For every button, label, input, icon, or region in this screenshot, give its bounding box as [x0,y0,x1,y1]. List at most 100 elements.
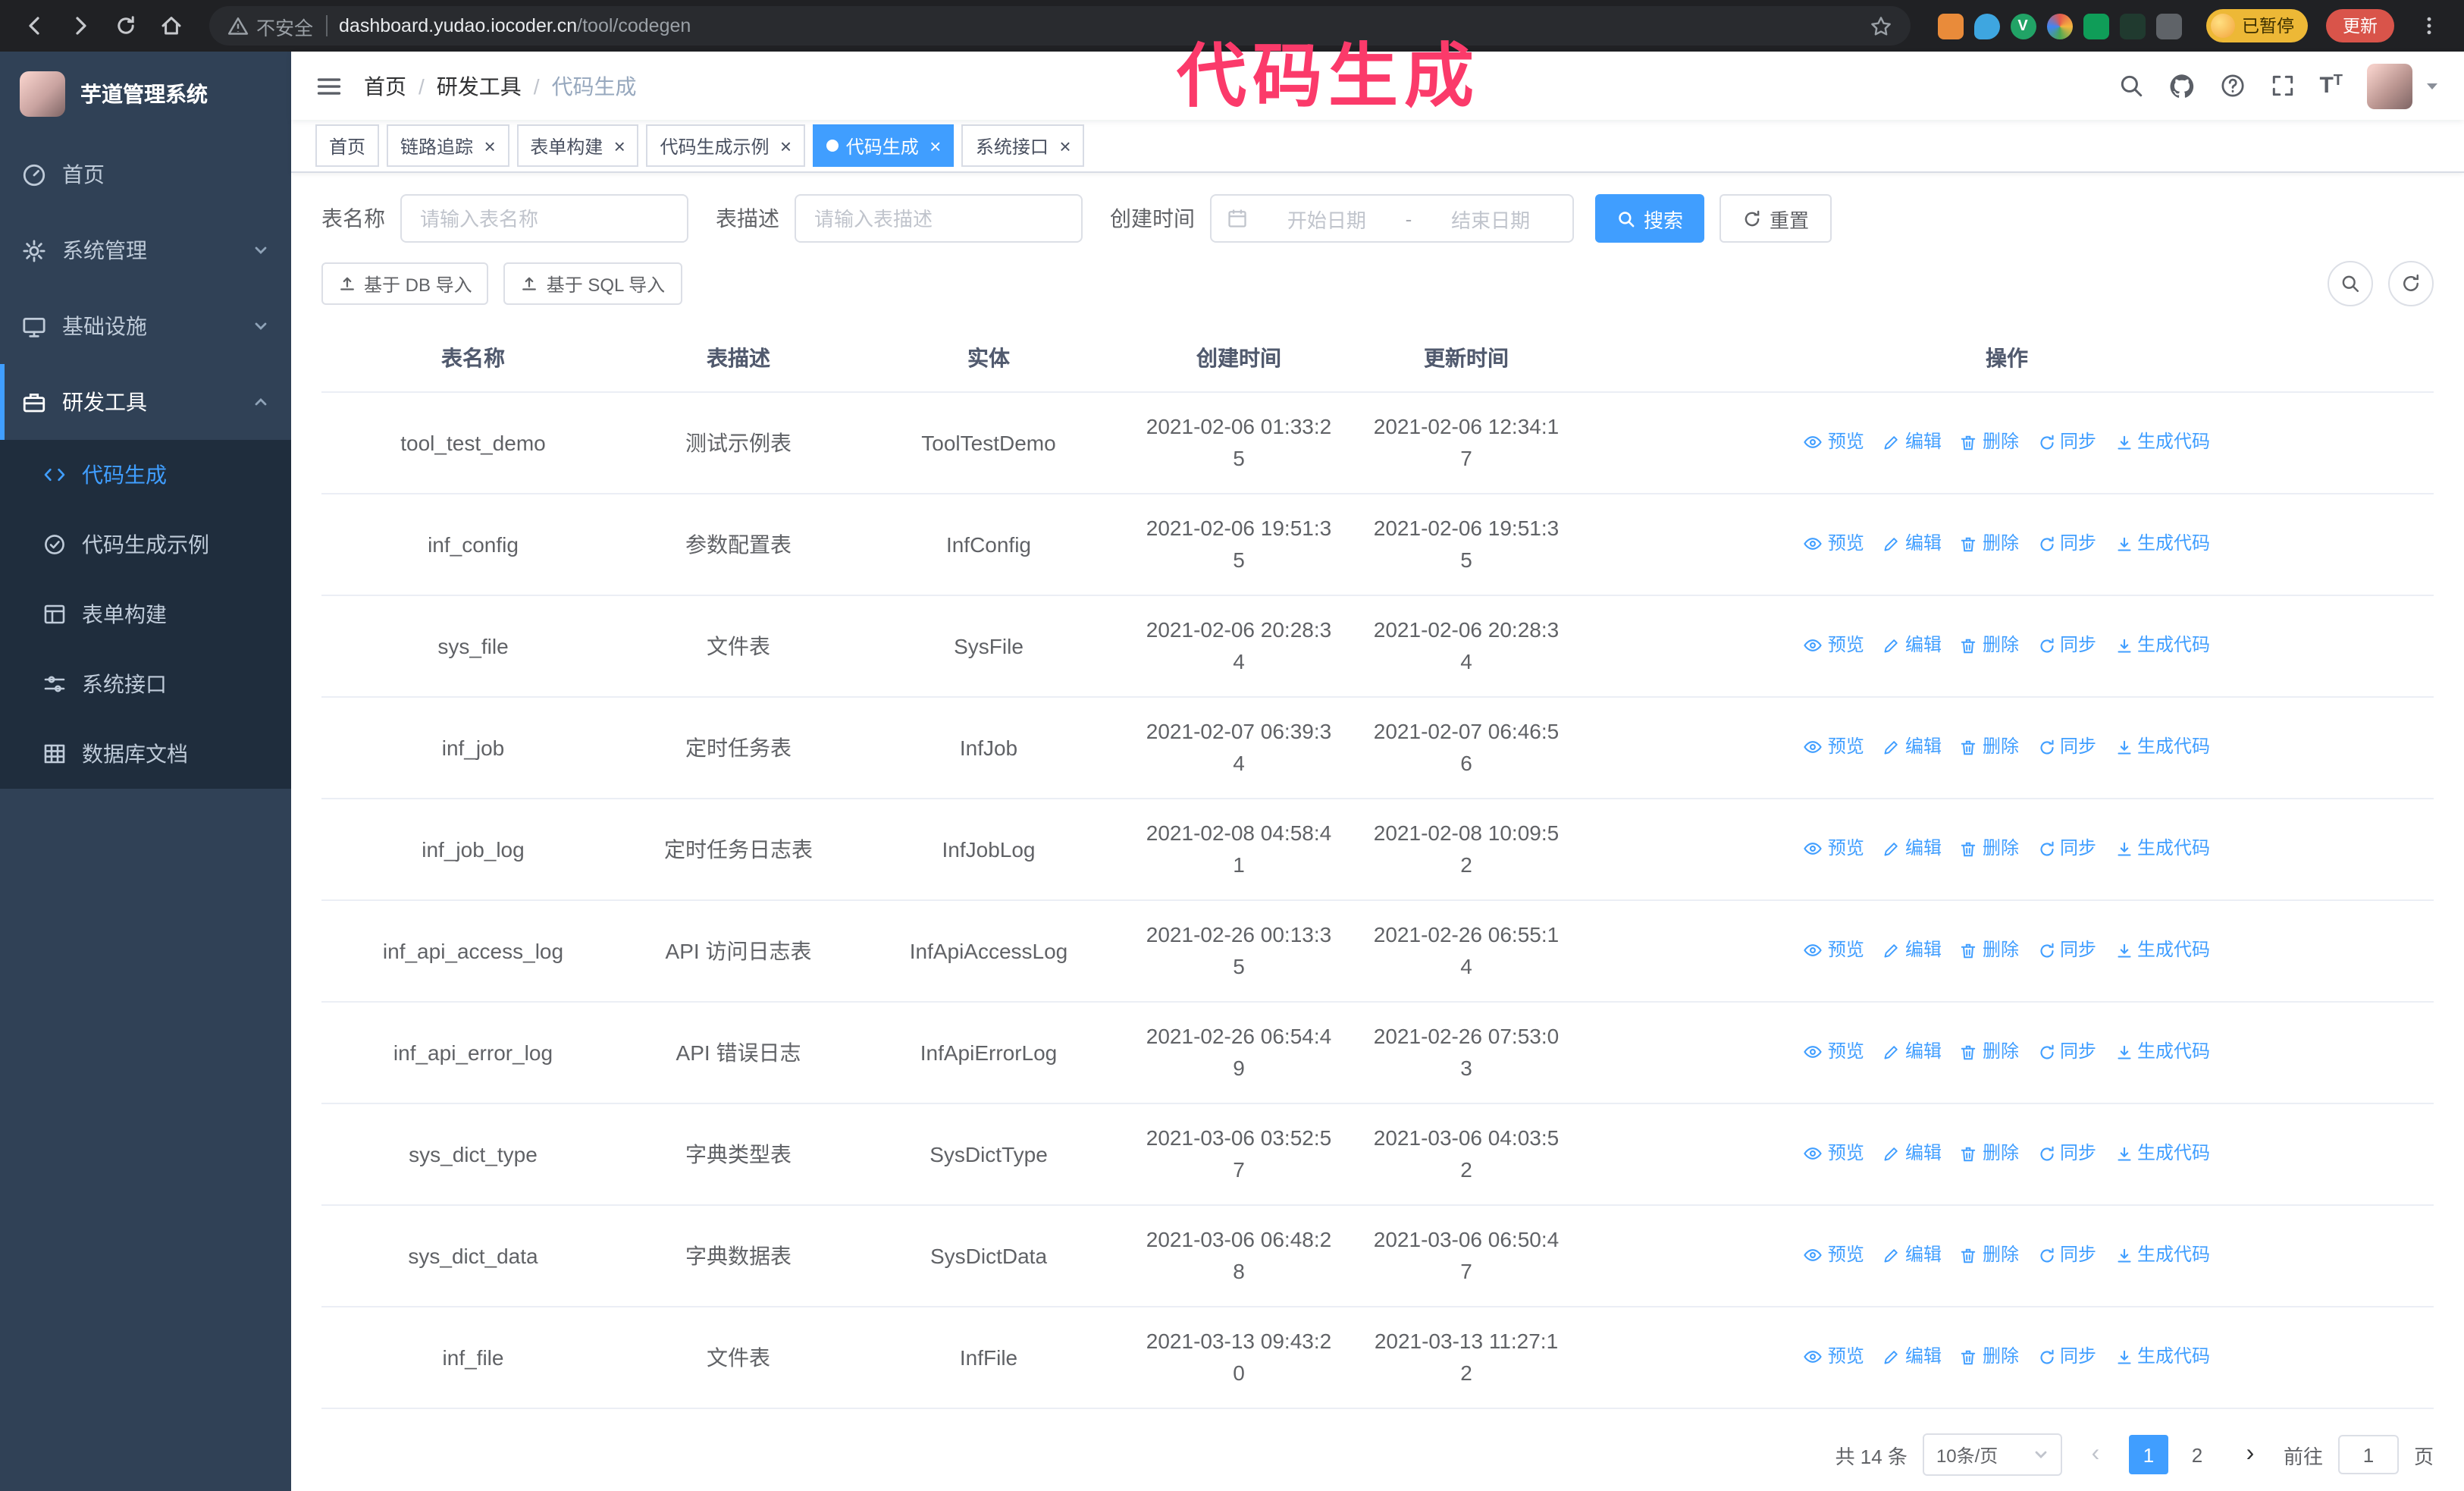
tab-close-icon[interactable]: × [613,136,625,155]
sidebar-item-devtools[interactable]: 研发工具 [0,364,291,440]
action-preview-link[interactable]: 预览 [1804,1035,1864,1067]
action-delete-link[interactable]: 删除 [1960,426,2019,458]
user-avatar[interactable] [2367,63,2412,109]
search-icon[interactable] [2118,73,2143,99]
action-edit-link[interactable]: 编辑 [1882,629,1942,661]
date-range-picker[interactable]: 开始日期 - 结束日期 [1210,194,1574,243]
action-delete-link[interactable]: 删除 [1960,629,2019,661]
import-db-button[interactable]: 基于 DB 导入 [321,262,489,305]
tab-3[interactable]: 表单构建 × [516,124,639,168]
action-generate-link[interactable]: 生成代码 [2114,731,2210,763]
next-page-button[interactable]: › [2232,1435,2268,1474]
action-edit-link[interactable]: 编辑 [1882,1239,1942,1271]
action-delete-link[interactable]: 删除 [1960,528,2019,560]
action-delete-link[interactable]: 删除 [1960,1036,2019,1068]
action-sync-link[interactable]: 同步 [2037,629,2096,661]
forward-icon[interactable] [61,6,100,46]
font-size-icon[interactable]: TT [2319,74,2343,97]
tab-5[interactable]: 代码生成 × [812,124,955,168]
extension-icon[interactable] [2119,13,2145,39]
tab-close-icon[interactable]: × [1059,136,1071,155]
action-edit-link[interactable]: 编辑 [1882,1341,1942,1373]
tab-1[interactable]: 首页 [315,124,380,168]
action-preview-link[interactable]: 预览 [1804,527,1864,559]
search-button[interactable]: 搜索 [1595,194,1705,243]
action-sync-link[interactable]: 同步 [2037,1138,2096,1169]
page-button-1[interactable]: 1 [2128,1435,2168,1474]
action-generate-link[interactable]: 生成代码 [2114,833,2210,865]
browser-menu-icon[interactable] [2409,6,2449,46]
browser-update-button[interactable]: 更新 [2326,9,2394,42]
profile-paused-chip[interactable]: 已暂停 [2205,9,2308,42]
tab-close-icon[interactable]: × [780,136,792,155]
action-delete-link[interactable]: 删除 [1960,833,2019,865]
action-generate-link[interactable]: 生成代码 [2114,1138,2210,1169]
action-delete-link[interactable]: 删除 [1960,1239,2019,1271]
logo[interactable]: 芋道管理系统 [0,52,291,137]
extension-icon[interactable]: V [2010,13,2036,39]
fullscreen-icon[interactable] [2269,73,2295,99]
action-edit-link[interactable]: 编辑 [1882,833,1942,865]
action-delete-link[interactable]: 删除 [1960,1341,2019,1373]
action-sync-link[interactable]: 同步 [2037,833,2096,865]
action-delete-link[interactable]: 删除 [1960,1138,2019,1169]
prev-page-button[interactable]: ‹ [2077,1435,2114,1474]
action-generate-link[interactable]: 生成代码 [2114,1036,2210,1068]
breadcrumb-item[interactable]: 研发工具 [437,71,522,101]
bookmark-star-icon[interactable] [1869,14,1892,37]
action-generate-link[interactable]: 生成代码 [2114,1341,2210,1373]
help-icon[interactable] [2219,73,2245,99]
extension-icon[interactable] [1973,13,1999,39]
action-sync-link[interactable]: 同步 [2037,1341,2096,1373]
reload-icon[interactable] [106,6,146,46]
extension-icon[interactable] [2046,13,2072,39]
sidebar-item-db-doc[interactable]: 数据库文档 [0,719,291,789]
sidebar-item-home[interactable]: 首页 [0,137,291,212]
action-edit-link[interactable]: 编辑 [1882,934,1942,966]
tab-4[interactable]: 代码生成示例 × [646,124,805,168]
action-generate-link[interactable]: 生成代码 [2114,629,2210,661]
github-icon[interactable] [2168,72,2195,99]
goto-page-input[interactable] [2337,1435,2399,1474]
action-preview-link[interactable]: 预览 [1804,832,1864,864]
action-edit-link[interactable]: 编辑 [1882,1036,1942,1068]
address-bar[interactable]: 不安全 dashboard.yudao.iocoder.cn/tool/code… [209,6,1910,46]
action-preview-link[interactable]: 预览 [1804,934,1864,965]
tab-close-icon[interactable]: × [484,136,495,155]
action-preview-link[interactable]: 预览 [1804,629,1864,661]
refresh-table-button[interactable] [2388,261,2434,306]
home-icon[interactable] [152,6,191,46]
action-edit-link[interactable]: 编辑 [1882,1138,1942,1169]
hamburger-icon[interactable] [315,72,343,99]
action-sync-link[interactable]: 同步 [2037,934,2096,966]
extension-icon[interactable] [2083,13,2108,39]
action-preview-link[interactable]: 预览 [1804,1137,1864,1169]
action-preview-link[interactable]: 预览 [1804,1238,1864,1270]
sidebar-item-codegen-example[interactable]: 代码生成示例 [0,510,291,579]
extension-icon[interactable] [2155,13,2181,39]
action-preview-link[interactable]: 预览 [1804,425,1864,457]
action-delete-link[interactable]: 删除 [1960,731,2019,763]
page-size-select[interactable]: 10条/页 [1922,1433,2062,1476]
tab-close-icon[interactable]: × [929,136,941,155]
sidebar-item-codegen[interactable]: 代码生成 [0,440,291,510]
extension-icon[interactable] [1937,13,1963,39]
action-preview-link[interactable]: 预览 [1804,730,1864,762]
import-sql-button[interactable]: 基于 SQL 导入 [503,262,682,305]
action-sync-link[interactable]: 同步 [2037,528,2096,560]
table-name-input[interactable] [400,194,688,243]
action-generate-link[interactable]: 生成代码 [2114,1239,2210,1271]
action-generate-link[interactable]: 生成代码 [2114,528,2210,560]
action-sync-link[interactable]: 同步 [2037,1239,2096,1271]
action-edit-link[interactable]: 编辑 [1882,731,1942,763]
sidebar-item-system[interactable]: 系统管理 [0,212,291,288]
action-generate-link[interactable]: 生成代码 [2114,934,2210,966]
page-button-2[interactable]: 2 [2177,1435,2217,1474]
action-edit-link[interactable]: 编辑 [1882,426,1942,458]
tab-6[interactable]: 系统接口 × [961,124,1085,168]
action-generate-link[interactable]: 生成代码 [2114,426,2210,458]
action-delete-link[interactable]: 删除 [1960,934,2019,966]
table-desc-input[interactable] [795,194,1083,243]
sidebar-item-infrastructure[interactable]: 基础设施 [0,288,291,364]
back-icon[interactable] [15,6,55,46]
